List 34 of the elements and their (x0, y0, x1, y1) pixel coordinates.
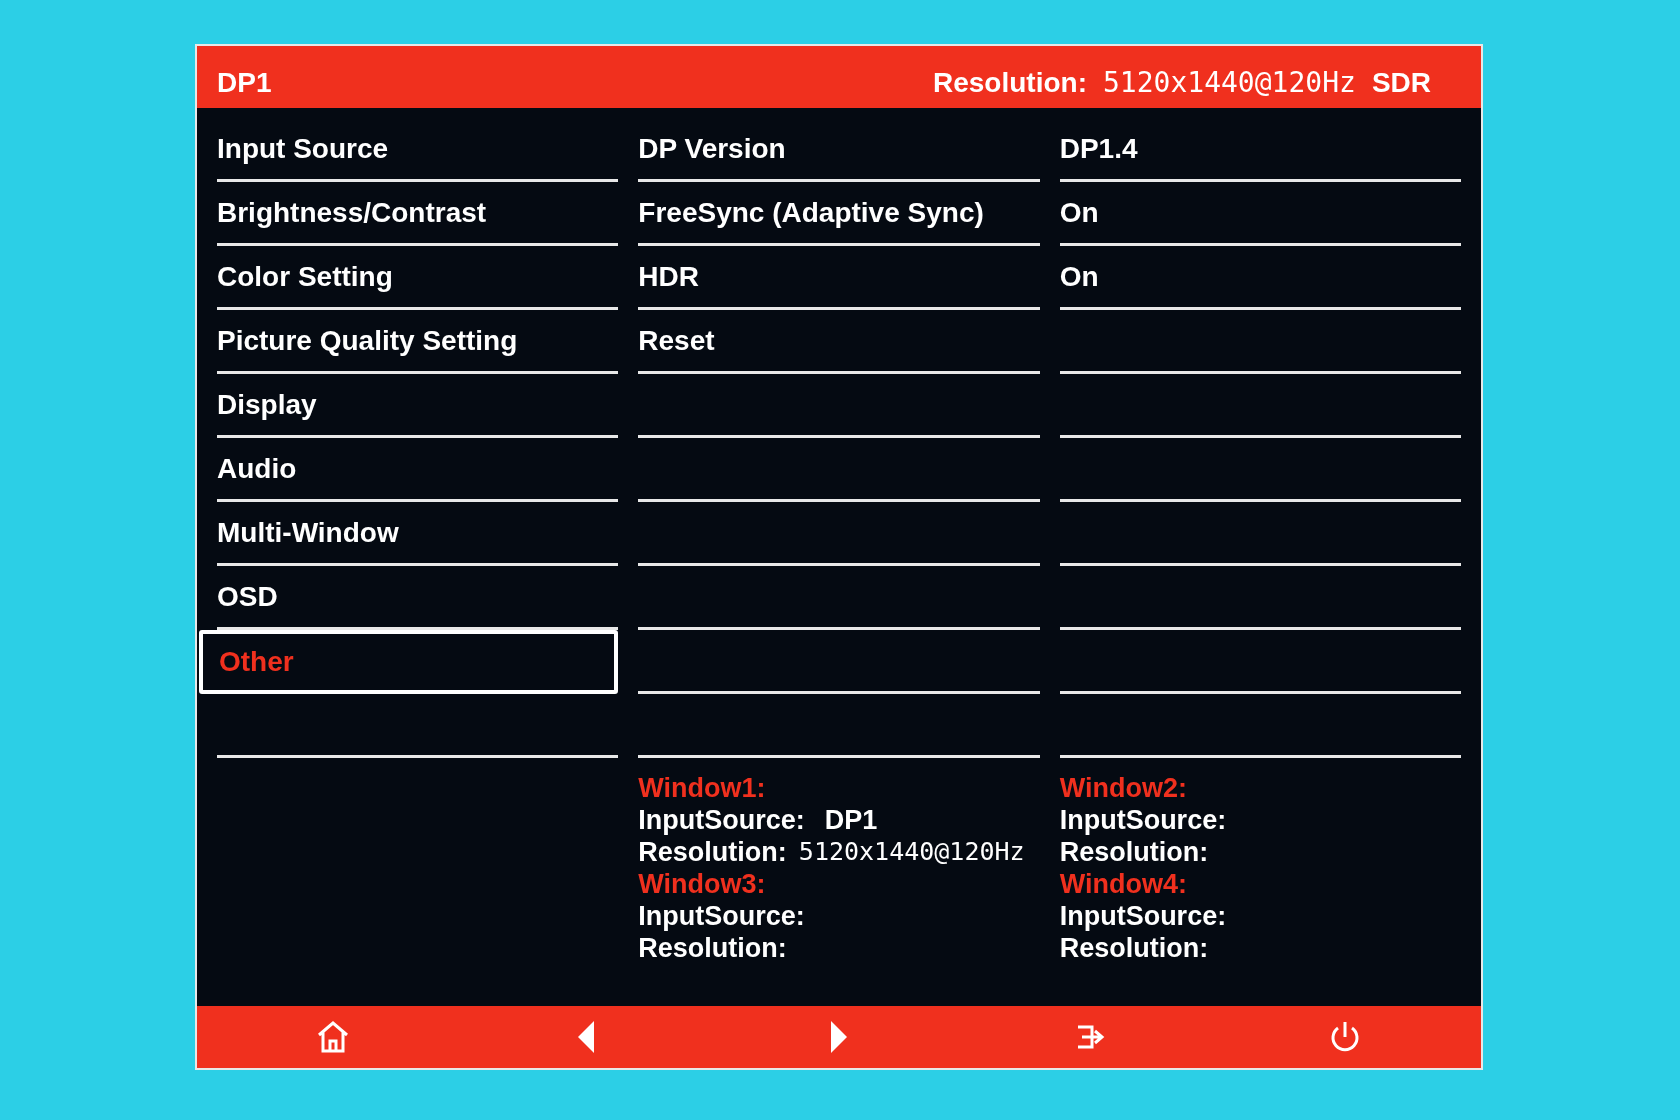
setting-label[interactable]: Reset (638, 319, 715, 362)
resolution-value: 5120x1440@120Hz (798, 836, 1025, 868)
menu-item[interactable]: Brightness/Contrast (217, 182, 619, 246)
window-title: Window1: (638, 772, 767, 804)
input-source-label: InputSource: (1059, 804, 1227, 836)
window-title: Window3: (638, 868, 767, 900)
menu-item[interactable]: Picture Quality Setting (217, 310, 619, 374)
input-source-label: InputSource: (638, 900, 805, 932)
input-source-label: InputSource: (638, 804, 805, 836)
menu-item[interactable]: Display (217, 374, 619, 438)
window-title: Window4: (1059, 868, 1188, 900)
setting-label[interactable]: FreeSync (Adaptive Sync) (638, 191, 984, 234)
dynamic-range: SDR (1371, 66, 1431, 100)
menu-item[interactable]: Input Source (217, 118, 619, 182)
setting-value: On (1059, 195, 1099, 230)
input-name: DP1 (217, 66, 272, 100)
resolution-label: Resolution: (638, 836, 787, 868)
resolution-label: Resolution: (1059, 836, 1209, 868)
resolution-label: Resolution: (638, 932, 787, 964)
resolution-label: Resolution: (933, 66, 1087, 100)
setting-value: On (1059, 259, 1099, 294)
menu-item[interactable]: OSD (217, 566, 619, 630)
menu-item[interactable]: Audio (217, 438, 619, 502)
setting-label[interactable]: DP Version (638, 127, 786, 170)
resolution-value: 5120x1440@120Hz (1103, 65, 1356, 101)
window-title: Window2: (1059, 772, 1188, 804)
menu-item[interactable]: Color Setting (217, 246, 619, 310)
resolution-label: Resolution: (1059, 932, 1209, 964)
setting-value: DP1.4 (1059, 131, 1138, 166)
input-source-value: DP1 (824, 804, 878, 836)
menu-item[interactable]: Multi-Window (217, 502, 619, 566)
menu-item[interactable]: Other (199, 630, 619, 694)
setting-label[interactable]: HDR (638, 255, 699, 298)
input-source-label: InputSource: (1059, 900, 1227, 932)
